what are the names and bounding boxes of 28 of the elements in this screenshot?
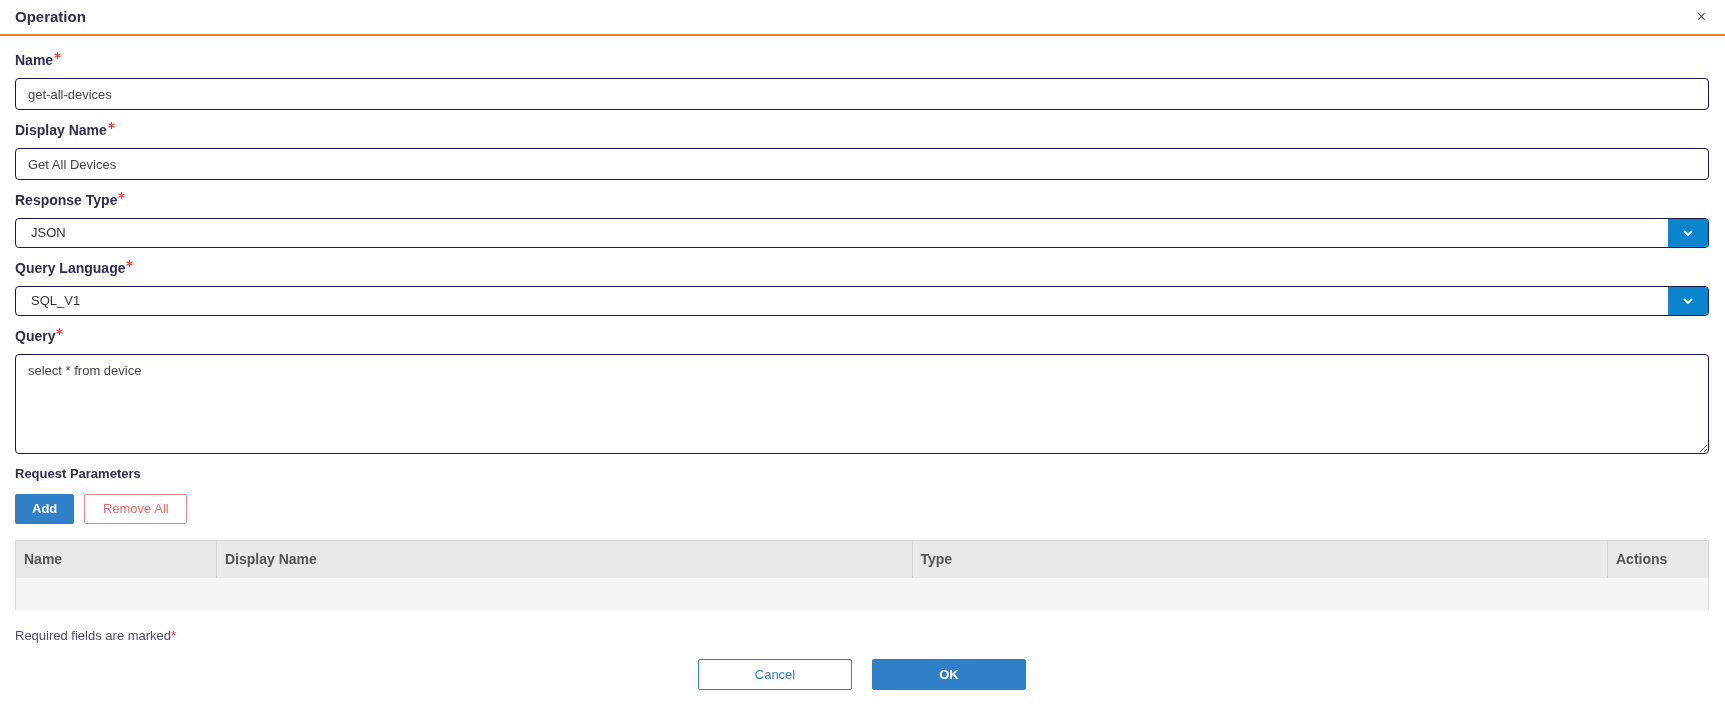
column-header: Name <box>23 549 64 569</box>
select-value: JSON <box>30 224 67 243</box>
query-textarea[interactable]: select * from device <box>15 354 1709 454</box>
column-header: Type <box>919 549 954 569</box>
select-value: SQL_V1 <box>30 292 82 311</box>
required-asterisk: * <box>171 626 177 645</box>
close-button[interactable]: × <box>1692 5 1710 29</box>
section-title: Request Parameters <box>15 465 142 483</box>
column-header: Display Name <box>224 549 318 569</box>
action-button[interactable]: Add <box>15 493 75 524</box>
dialog-button[interactable]: Cancel <box>698 659 852 690</box>
select-field[interactable]: SQL_V1 <box>15 286 1709 316</box>
field-label: Query <box>15 327 56 346</box>
field-label: Name <box>15 51 54 70</box>
text-field[interactable]: Get All Devices <box>15 148 1709 180</box>
chevron-down-icon <box>1683 298 1693 304</box>
field-label: Display Name <box>15 121 107 140</box>
field-label: Response Type <box>15 191 118 210</box>
column-header: Actions <box>1615 549 1669 569</box>
dropdown-button[interactable] <box>1668 287 1708 315</box>
chevron-down-icon <box>1683 230 1693 236</box>
required-note: Required fields are marked <box>15 626 172 645</box>
field-label: Query Language <box>15 259 126 278</box>
select-field[interactable]: JSON <box>15 218 1709 248</box>
dropdown-button[interactable] <box>1668 219 1708 247</box>
dialog-title: Operation <box>15 6 86 27</box>
dialog-button[interactable]: OK <box>872 659 1026 690</box>
text-field[interactable]: get-all-devices <box>15 78 1709 110</box>
